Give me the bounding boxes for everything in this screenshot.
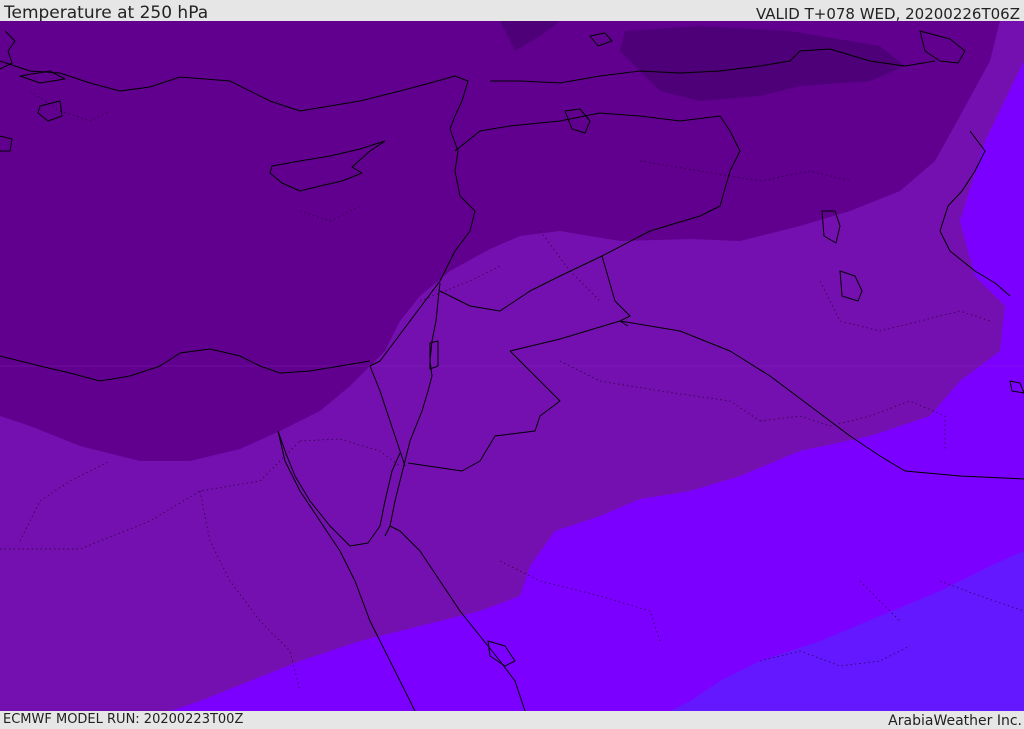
- temperature-map: [0, 21, 1024, 711]
- map-title: Temperature at 250 hPa: [4, 3, 209, 23]
- footer-bar: ECMWF MODEL RUN: 20200223T00Z ArabiaWeat…: [0, 711, 1024, 729]
- header-bar: Temperature at 250 hPa VALID T+078 WED, …: [0, 0, 1024, 23]
- credit-label: ArabiaWeather Inc.: [888, 713, 1022, 729]
- model-run-label: ECMWF MODEL RUN: 20200223T00Z: [3, 712, 244, 727]
